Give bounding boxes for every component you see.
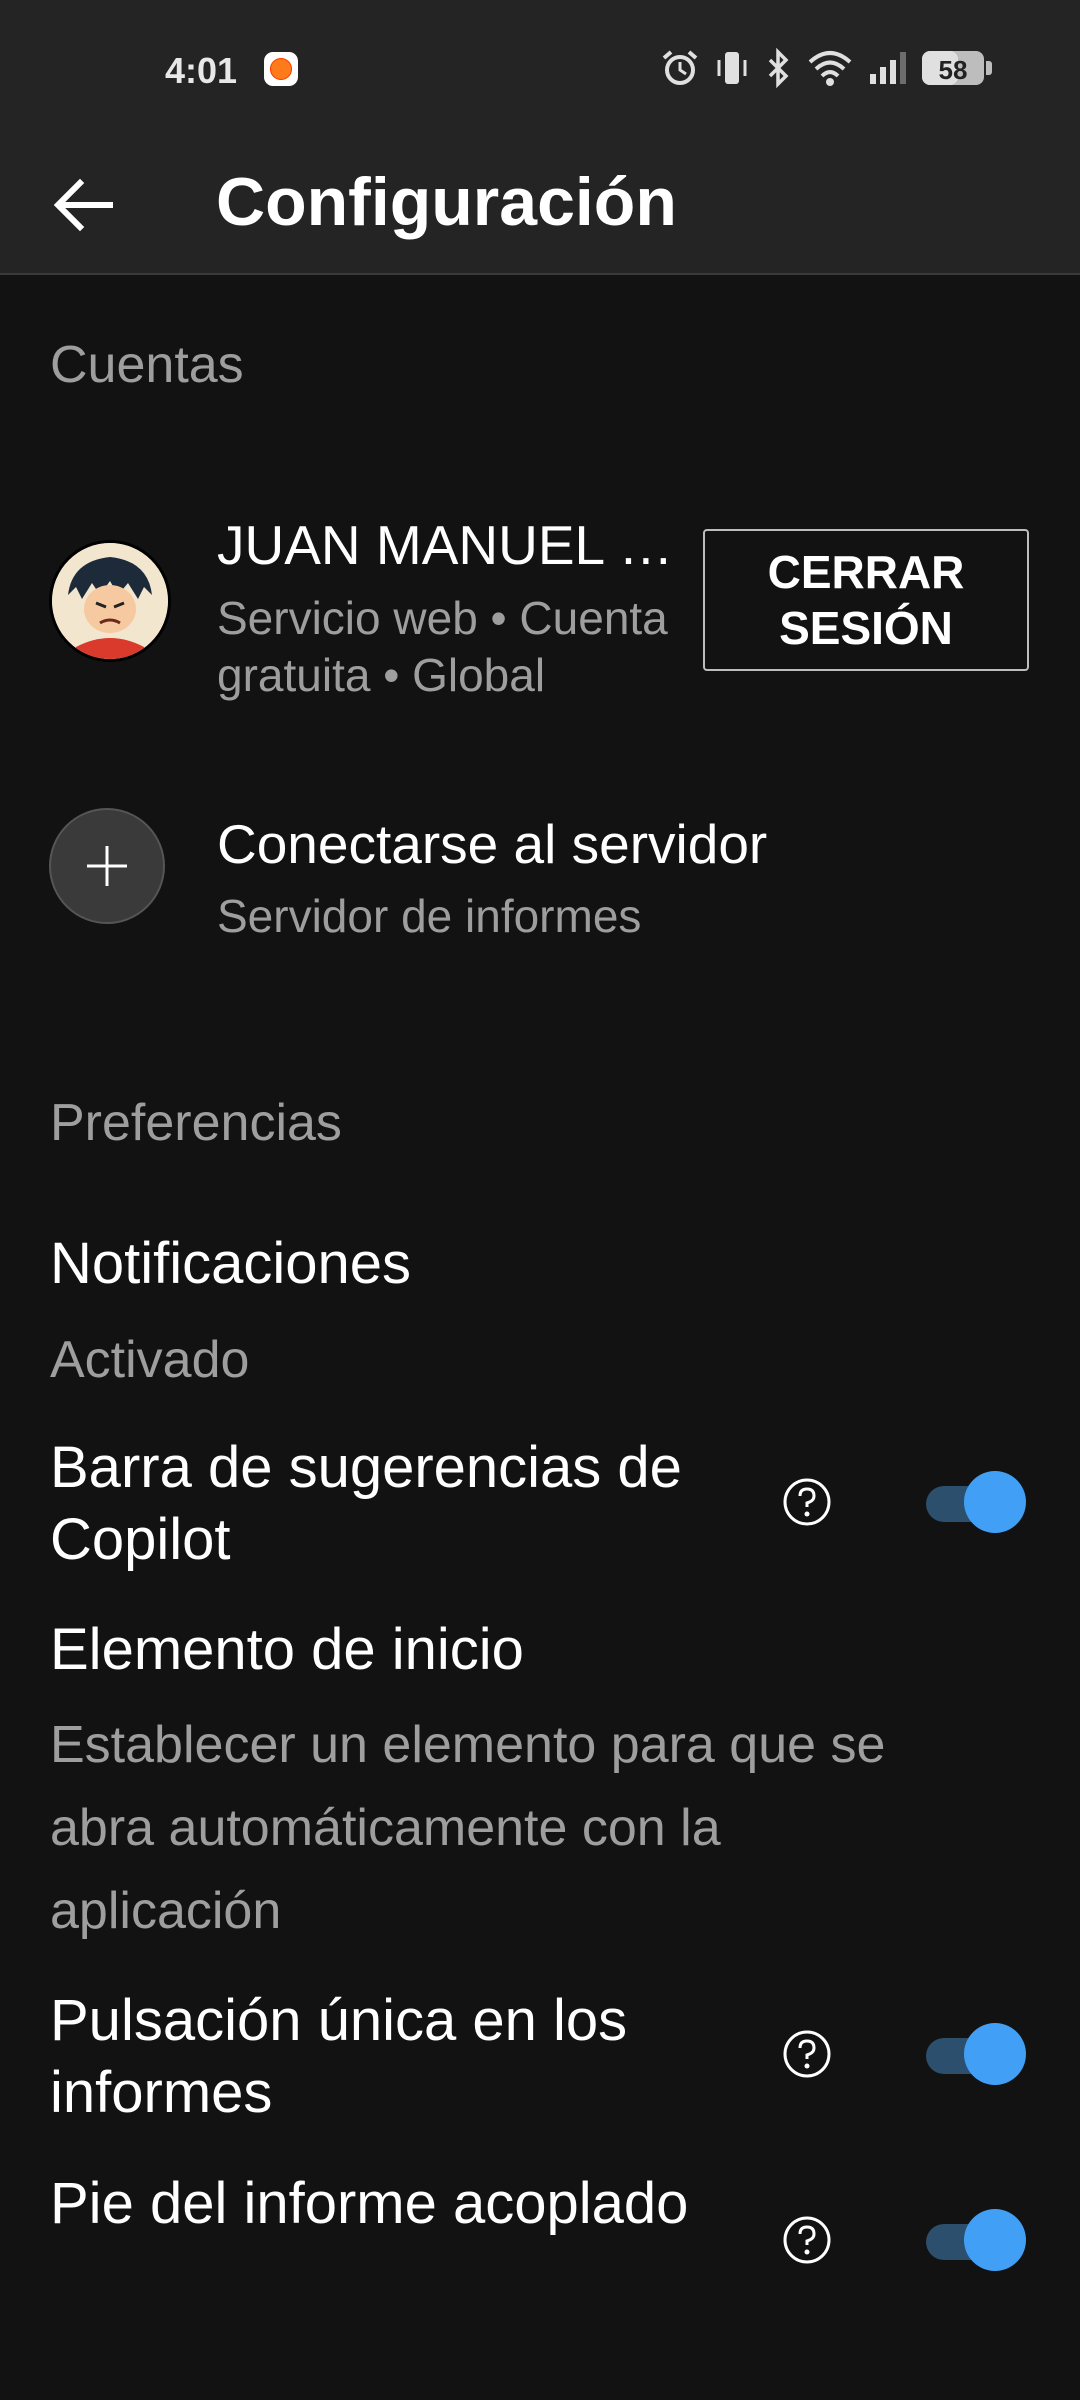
copilot-bar-title: Barra de sugerencias de Copilot xyxy=(50,1435,682,1572)
avatar xyxy=(49,540,171,662)
vibrate-icon xyxy=(714,48,750,88)
account-name: JUAN MANUEL … xyxy=(217,514,674,576)
start-item-title: Elemento de inicio xyxy=(50,1617,524,1682)
toggle-knob xyxy=(964,1471,1026,1533)
help-icon[interactable] xyxy=(782,1477,832,1527)
help-icon[interactable] xyxy=(782,2029,832,2079)
battery-percent: 58 xyxy=(938,55,968,85)
sign-out-button[interactable]: CERRAR SESIÓN xyxy=(703,529,1029,671)
signal-icon xyxy=(868,48,908,88)
page-title: Configuración xyxy=(216,164,677,240)
single-tap-title: Pulsación única en los informes xyxy=(50,1988,628,2125)
add-server-icon xyxy=(49,808,165,924)
copilot-bar-toggle[interactable] xyxy=(924,1471,1026,1533)
single-tap-toggle[interactable] xyxy=(924,2023,1026,2085)
back-arrow-icon[interactable] xyxy=(46,165,126,245)
notifications-value: Activado xyxy=(50,1331,250,1389)
preferences-section-title: Preferencias xyxy=(50,1094,342,1152)
start-item-description: Establecer un elemento para que se abra … xyxy=(50,1716,886,1940)
wifi-icon xyxy=(806,48,854,88)
battery-indicator: 58 xyxy=(922,51,984,85)
connect-server-title: Conectarse al servidor xyxy=(217,813,768,875)
docked-footer-toggle[interactable] xyxy=(924,2209,1026,2271)
app-bar: Configuración xyxy=(0,135,1080,275)
accounts-section-title: Cuentas xyxy=(50,336,244,394)
bluetooth-icon xyxy=(764,48,792,88)
notifications-title: Notificaciones xyxy=(50,1231,412,1296)
status-icons: 58 xyxy=(660,48,992,88)
status-time: 4:01 xyxy=(165,50,238,91)
help-icon[interactable] xyxy=(782,2215,832,2265)
toggle-knob xyxy=(964,2023,1026,2085)
docked-footer-title: Pie del informe acoplado xyxy=(50,2171,689,2236)
notification-app-icon xyxy=(264,52,298,86)
connect-server-subtitle: Servidor de informes xyxy=(217,890,642,942)
status-bar: 4:01 58 xyxy=(0,0,1080,135)
battery-tip xyxy=(986,61,992,75)
alarm-icon xyxy=(660,48,700,88)
account-description: Servicio web • Cuenta gratuita • Global xyxy=(217,592,668,701)
toggle-knob xyxy=(964,2209,1026,2271)
